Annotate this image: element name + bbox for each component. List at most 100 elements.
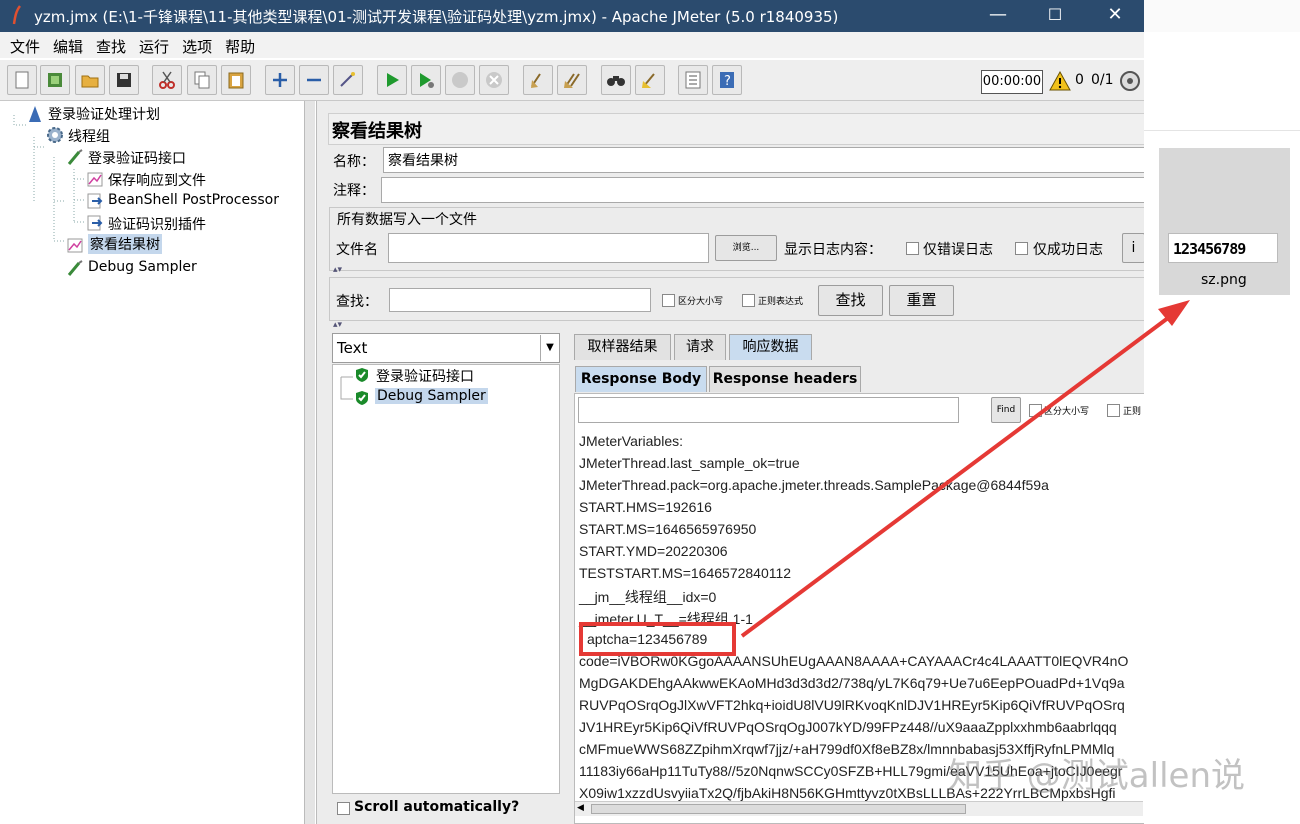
find-input[interactable] — [578, 397, 959, 423]
horizontal-scrollbar[interactable]: ◀ — [575, 801, 1143, 816]
templates-button[interactable] — [40, 65, 70, 95]
find-regex-checkbox[interactable] — [1107, 404, 1120, 417]
collapse-arrows[interactable]: ▴▾ — [333, 320, 342, 330]
stop-button[interactable] — [445, 65, 475, 95]
paste-button[interactable] — [221, 65, 251, 95]
templates-icon — [48, 73, 62, 87]
tree-node-captcha-plugin[interactable]: 验证码识别插件 — [108, 214, 206, 234]
sampler-pipette-icon — [67, 149, 83, 165]
tree-node-test-plan[interactable]: 登录验证处理计划 — [48, 104, 160, 124]
save-button[interactable] — [109, 65, 139, 95]
help-icon: ? — [720, 72, 734, 89]
background-page — [1144, 0, 1300, 824]
scroll-auto-checkbox[interactable] — [337, 802, 350, 815]
sample-item[interactable]: 登录验证码接口 — [376, 366, 474, 386]
search-submit-button[interactable]: 查找 — [818, 285, 883, 316]
vertical-splitter[interactable] — [305, 101, 315, 824]
reset-search-button[interactable] — [635, 65, 665, 95]
scroll-left-arrow[interactable]: ◀ — [577, 803, 584, 813]
help-button[interactable]: ? — [712, 65, 742, 95]
errors-only-checkbox[interactable] — [906, 242, 919, 255]
stop-icon — [452, 72, 468, 88]
collapse-all-button[interactable] — [299, 65, 329, 95]
shutdown-button[interactable] — [479, 65, 509, 95]
copy-button[interactable] — [187, 65, 217, 95]
cut-button[interactable] — [152, 65, 182, 95]
menu-options[interactable]: 选项 — [172, 32, 212, 57]
search-input[interactable] — [389, 288, 651, 312]
maximize-button[interactable]: ☐ — [1030, 0, 1080, 32]
start-button[interactable] — [377, 65, 407, 95]
browse-button[interactable]: 浏览... — [715, 235, 777, 261]
menu-file[interactable]: 文件 — [0, 32, 40, 57]
success-only-checkbox[interactable] — [1015, 242, 1028, 255]
folder-open-icon — [81, 75, 99, 88]
chevron-down-icon[interactable]: ▼ — [540, 335, 559, 361]
filename-label: 文件名 — [336, 242, 378, 258]
find-case-checkbox[interactable] — [1029, 404, 1042, 417]
list-icon — [685, 71, 701, 89]
search-button[interactable] — [601, 65, 631, 95]
response-text[interactable]: JMeterVariables: JMeterThread.last_sampl… — [575, 427, 1143, 801]
jmeter-feather-icon — [12, 5, 22, 25]
tab-sampler-result[interactable]: 取样器结果 — [574, 334, 671, 360]
tree-node-beanshell[interactable]: BeanShell PostProcessor — [108, 192, 279, 208]
tree-node-view-results[interactable]: 察看结果树 — [88, 234, 162, 254]
function-helper-button[interactable] — [678, 65, 708, 95]
response-line: RUVPqOSrqOgJlXwVFT2hkq+ioidU8lVU9lRKvoqK… — [579, 697, 1125, 713]
response-line: JMeterVariables: — [579, 433, 684, 449]
sample-item-selected[interactable]: Debug Sampler — [375, 388, 488, 404]
reset-button[interactable]: 重置 — [889, 285, 954, 316]
captcha-digits: 123456789 — [1173, 240, 1246, 258]
menu-search[interactable]: 查找 — [86, 32, 126, 57]
case-sensitive-checkbox[interactable] — [662, 294, 675, 307]
response-line: START.HMS=192616 — [579, 499, 712, 515]
name-input[interactable]: 察看结果树 — [383, 147, 1145, 173]
toggle-wand-icon — [340, 72, 355, 87]
subtab-response-body[interactable]: Response Body — [575, 366, 707, 392]
toggle-button[interactable] — [333, 65, 363, 95]
image-thumbnail-card[interactable]: 123456789 sz.png — [1159, 148, 1290, 295]
clear-button[interactable] — [523, 65, 553, 95]
tab-request[interactable]: 请求 — [674, 334, 726, 360]
collapse-arrows[interactable]: ▴▾ — [333, 265, 342, 275]
response-line: START.YMD=20220306 — [579, 543, 728, 559]
subtab-response-headers[interactable]: Response headers — [709, 366, 861, 392]
sample-result-list — [332, 364, 560, 794]
regex-checkbox[interactable] — [742, 294, 755, 307]
comment-input[interactable] — [381, 177, 1145, 203]
sampler-pipette-icon — [67, 260, 83, 276]
expand-all-button[interactable] — [265, 65, 295, 95]
tree-node-save-response[interactable]: 保存响应到文件 — [108, 170, 206, 190]
file-section-title: 所有数据写入一个文件 — [337, 212, 477, 228]
clipboard-icon — [228, 72, 244, 89]
close-button[interactable]: ✕ — [1090, 0, 1140, 32]
warning-icon[interactable] — [1049, 71, 1071, 91]
menu-edit[interactable]: 编辑 — [43, 32, 83, 57]
tree-node-login-captcha[interactable]: 登录验证码接口 — [88, 148, 186, 168]
menu-run[interactable]: 运行 — [129, 32, 169, 57]
scroll-auto-label: Scroll automatically? — [354, 799, 520, 815]
open-button[interactable] — [75, 65, 105, 95]
menu-help[interactable]: 帮助 — [215, 32, 255, 57]
new-file-icon — [15, 71, 29, 89]
new-button[interactable] — [7, 65, 37, 95]
find-case-label: 区分大小写 — [1044, 407, 1090, 417]
tree-node-thread-group[interactable]: 线程组 — [68, 126, 110, 146]
find-button[interactable]: Find — [991, 397, 1021, 423]
menu-bar: 文件 编辑 查找 运行 选项 帮助 — [0, 32, 1144, 58]
minus-icon — [307, 78, 321, 82]
remote-status-icon[interactable] — [1119, 70, 1141, 92]
response-line: JMeterThread.pack=org.apache.jmeter.thre… — [579, 477, 1049, 493]
configure-button[interactable]: i — [1122, 233, 1145, 263]
test-plan-tree: 登录验证处理计划 线程组 登录验证码接口 保存响应到文件 BeanShell P… — [4, 101, 305, 824]
start-no-pauses-button[interactable] — [411, 65, 441, 95]
svg-text:?: ? — [724, 74, 731, 89]
tree-node-debug-sampler[interactable]: Debug Sampler — [88, 259, 197, 275]
tab-response-data[interactable]: 响应数据 — [729, 334, 812, 360]
play-icon — [387, 73, 399, 87]
minimize-button[interactable]: — — [973, 0, 1023, 32]
clear-all-button[interactable] — [557, 65, 587, 95]
scrollbar-thumb[interactable] — [591, 804, 966, 814]
filename-input[interactable] — [388, 233, 709, 263]
